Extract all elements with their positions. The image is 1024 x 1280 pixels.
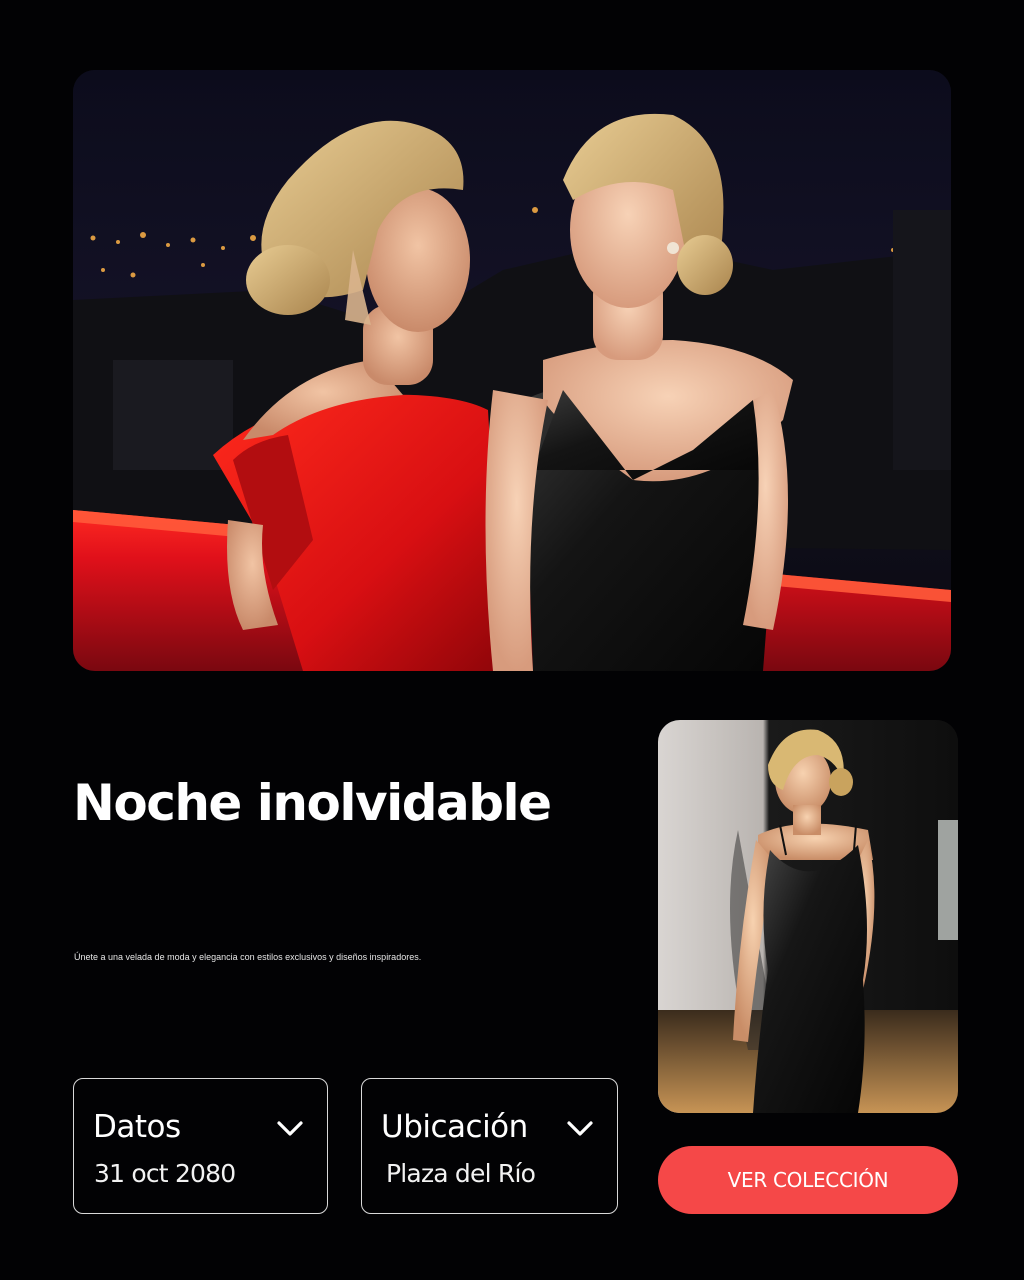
- page-title: Noche inolvidable: [73, 774, 552, 832]
- date-dropdown[interactable]: Datos 31 oct 2080: [73, 1078, 328, 1214]
- chevron-down-icon[interactable]: [565, 1117, 595, 1139]
- location-dropdown[interactable]: Ubicación Plaza del Río: [361, 1078, 618, 1214]
- side-photo: [658, 720, 958, 1113]
- chevron-down-icon[interactable]: [275, 1117, 305, 1139]
- hero-photo: [73, 70, 951, 671]
- side-image: [658, 720, 958, 1113]
- view-collection-button[interactable]: VER COLECCIÓN: [658, 1146, 958, 1214]
- location-value: Plaza del Río: [386, 1159, 536, 1188]
- hero-image: [73, 70, 951, 671]
- location-dropdown-label: Ubicación: [381, 1109, 528, 1145]
- date-dropdown-label: Datos: [93, 1109, 181, 1145]
- date-value: 31 oct 2080: [94, 1159, 236, 1188]
- event-description: Únete a una velada de moda y elegancia c…: [74, 952, 422, 962]
